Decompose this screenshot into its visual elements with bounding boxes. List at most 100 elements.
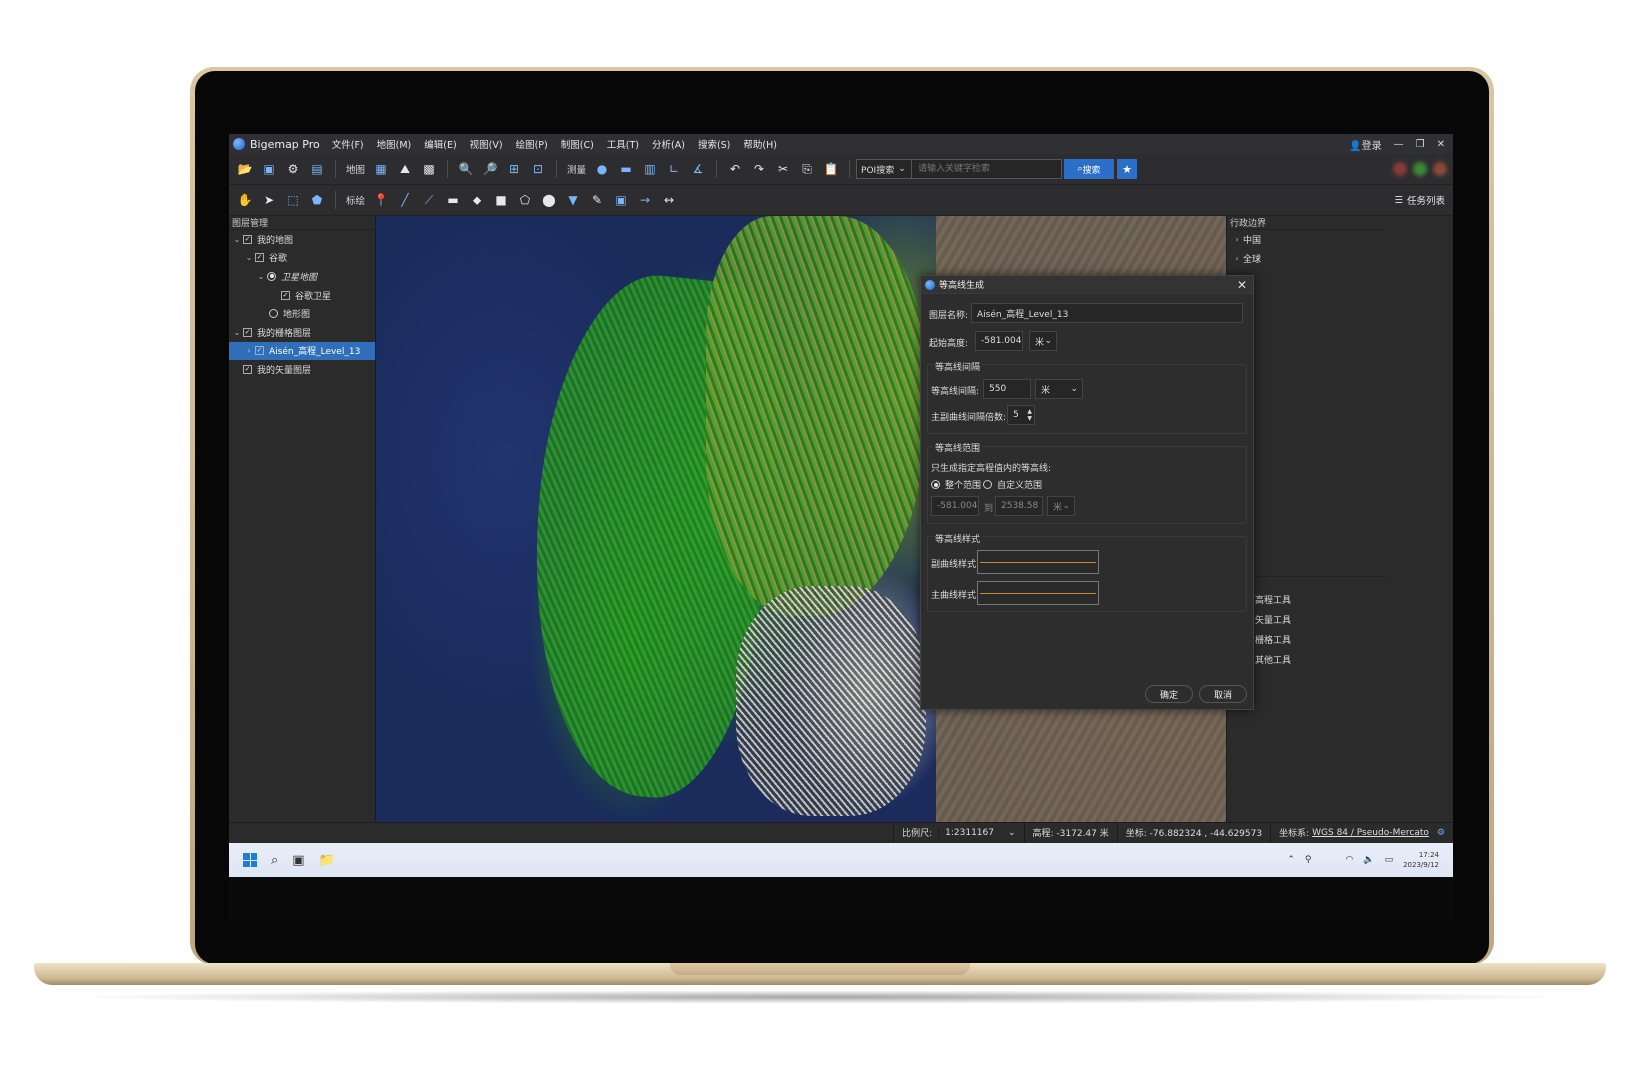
favorite-button[interactable]: ★ <box>1117 159 1138 179</box>
text-icon[interactable]: ✎ <box>589 192 605 208</box>
locate-icon[interactable]: ● <box>594 161 610 177</box>
copy-icon[interactable]: ⎘ <box>799 161 815 177</box>
chevron-right-icon[interactable]: › <box>243 346 255 355</box>
menu-search[interactable]: 搜索(S) <box>698 137 730 151</box>
menu-analysis[interactable]: 分析(A) <box>652 137 685 151</box>
gear-icon[interactable]: ⚙ <box>285 161 301 177</box>
tree-row-vector-layers[interactable]: ✓ 我的矢量图层 <box>229 360 375 379</box>
restore-button[interactable]: ❐ <box>1416 139 1425 150</box>
checkbox[interactable]: ✓ <box>243 327 252 337</box>
ok-button[interactable]: 确定 <box>1145 685 1193 703</box>
circle-icon[interactable]: ⬤ <box>541 192 557 208</box>
pentagon-icon[interactable]: ⬠ <box>517 192 533 208</box>
select-polygon-icon[interactable]: ⬟ <box>309 192 325 208</box>
range-custom-option[interactable]: 自定义范围 <box>983 478 1042 491</box>
region-china[interactable]: › 中国 <box>1227 230 1386 249</box>
select-rect-icon[interactable]: ⬚ <box>285 192 301 208</box>
volume-icon[interactable]: 🔈 <box>1363 855 1374 865</box>
menu-edit[interactable]: 编辑(E) <box>424 137 456 151</box>
chevron-right-icon[interactable]: › <box>1231 235 1243 244</box>
network-icon[interactable]: ⚲ <box>1305 855 1312 865</box>
sector-icon[interactable]: ▼ <box>565 192 581 208</box>
hand-pan-icon[interactable]: ✋ <box>237 192 253 208</box>
tree-row-my-map[interactable]: ⌄ ✓ 我的地图 <box>229 230 375 249</box>
pointer-icon[interactable]: ➤ <box>261 192 277 208</box>
chevron-down-icon[interactable]: ⌄ <box>231 235 243 244</box>
range-unit-select[interactable]: 米 ⌄ <box>1047 496 1075 516</box>
close-icon[interactable]: ✕ <box>1237 278 1247 292</box>
scale-select[interactable]: 1:2311167 ⌄ <box>938 827 1016 838</box>
login-button[interactable]: 👤登录 <box>1349 137 1381 152</box>
cancel-button[interactable]: 取消 <box>1199 685 1247 703</box>
poi-search-select[interactable]: POI搜索 ⌄ <box>856 159 913 179</box>
wifi-icon[interactable]: ◠ <box>1346 855 1354 865</box>
minimize-button[interactable]: — <box>1394 139 1404 150</box>
terrain-icon[interactable]: ⛰ <box>397 161 413 177</box>
chevron-down-icon[interactable]: ⌄ <box>255 272 267 281</box>
menu-help[interactable]: 帮助(H) <box>743 137 777 151</box>
interval-field[interactable]: 550 <box>983 379 1031 399</box>
major-multiple-stepper[interactable]: 5 ▲ ▼ <box>1007 405 1035 425</box>
fit-icon[interactable]: ⊡ <box>530 161 546 177</box>
save-icon[interactable]: ▣ <box>261 161 277 177</box>
close-button[interactable]: ✕ <box>1437 139 1445 150</box>
tree-row-google-satellite[interactable]: ✓ 谷歌卫星 <box>229 286 375 305</box>
undo-icon[interactable]: ↶ <box>727 161 743 177</box>
tree-row-terrain[interactable]: 地形图 <box>229 304 375 323</box>
angle-icon[interactable]: ∟ <box>666 161 682 177</box>
tree-row-raster-layers[interactable]: ⌄ ✓ 我的栅格图层 <box>229 323 375 342</box>
clock[interactable]: 17:24 2023/9/12 <box>1403 850 1439 870</box>
chevron-down-icon[interactable]: ⌄ <box>231 328 243 337</box>
arrow-right-icon[interactable]: → <box>637 192 653 208</box>
start-height-unit-select[interactable]: 米 ⌄ <box>1029 331 1057 351</box>
full-extent-icon[interactable]: ⊞ <box>506 161 522 177</box>
battery-icon[interactable]: ▭ <box>1385 855 1394 865</box>
checkbox[interactable]: ✓ <box>255 253 264 263</box>
checkbox[interactable]: ✓ <box>281 290 290 300</box>
menu-draw[interactable]: 绘图(P) <box>516 137 548 151</box>
marker-icon[interactable]: 📍 <box>373 192 389 208</box>
chevron-right-icon[interactable]: › <box>1231 254 1243 263</box>
line-icon[interactable]: ╱ <box>397 192 413 208</box>
gear-icon[interactable]: ⚙ <box>1437 828 1445 838</box>
search-button[interactable]: ⌕ 搜索 <box>1064 159 1115 179</box>
menu-view[interactable]: 视图(V) <box>470 137 503 151</box>
tree-row-aisen-elevation[interactable]: › ✓ Aisén_高程_Level_13 <box>229 341 375 361</box>
range-full-option[interactable]: 整个范围 <box>931 478 981 491</box>
square-icon[interactable]: ■ <box>493 192 509 208</box>
search-icon[interactable]: ⌕ <box>271 853 278 868</box>
bearing-icon[interactable]: ∡ <box>690 161 706 177</box>
arrow-shape-icon[interactable]: ⬥ <box>469 192 485 208</box>
menu-file[interactable]: 文件(F) <box>332 137 364 151</box>
tree-row-satellite[interactable]: ⌄ 卫星地图 <box>229 267 375 286</box>
range-max-field[interactable]: 2538.58 <box>995 496 1043 516</box>
checkbox[interactable]: ✓ <box>243 364 252 374</box>
map-layer-icon[interactable]: ▦ <box>373 161 389 177</box>
menu-map[interactable]: 地图(M) <box>377 137 412 151</box>
polyline-icon[interactable]: ⟋ <box>421 192 437 208</box>
file-explorer-icon[interactable]: 📁 <box>319 853 335 868</box>
grid-icon[interactable]: ▩ <box>421 161 437 177</box>
redo-icon[interactable]: ↷ <box>751 161 767 177</box>
menu-tools[interactable]: 工具(T) <box>607 137 639 151</box>
double-arrow-icon[interactable]: ↔ <box>661 192 677 208</box>
radio-button[interactable] <box>269 309 278 319</box>
region-global[interactable]: › 全球 <box>1227 249 1386 268</box>
menu-cartography[interactable]: 制图(C) <box>561 137 594 151</box>
range-min-field[interactable]: -581.004 <box>931 496 979 516</box>
ruler-icon[interactable]: ▬ <box>618 161 634 177</box>
radio-button[interactable] <box>267 271 276 281</box>
tree-row-google[interactable]: ⌄ ✓ 谷歌 <box>229 249 375 268</box>
windows-start-icon[interactable] <box>243 853 257 867</box>
search-input[interactable] <box>912 159 1063 179</box>
export-icon[interactable]: ▤ <box>309 161 325 177</box>
zoom-out-icon[interactable]: 🔎 <box>482 161 498 177</box>
task-view-icon[interactable]: ▣ <box>292 853 304 868</box>
minor-line-style-picker[interactable] <box>977 550 1099 574</box>
crs-link[interactable]: WGS 84 / Pseudo-Mercato <box>1312 828 1429 838</box>
cut-icon[interactable]: ✂ <box>775 161 791 177</box>
label-icon[interactable]: ▣ <box>613 192 629 208</box>
radio-button[interactable] <box>931 480 940 489</box>
stepper-arrows-icon[interactable]: ▲ ▼ <box>1027 408 1032 422</box>
interval-unit-select[interactable]: 米 ⌄ <box>1035 379 1083 399</box>
